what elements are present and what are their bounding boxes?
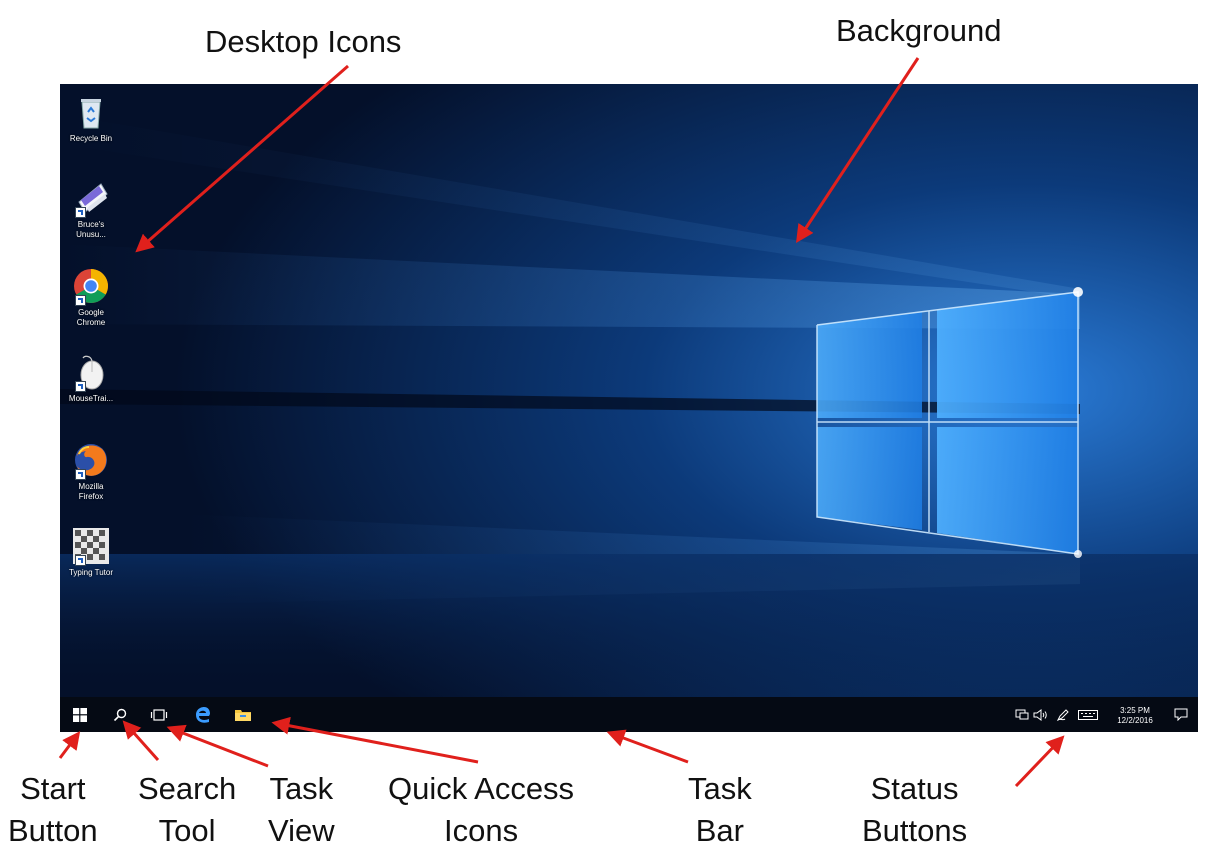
callout-desktop-icons: Desktop Icons bbox=[205, 24, 402, 59]
arrow-status-buttons bbox=[1014, 735, 1065, 788]
taskbar: 3:25 PM 12/2/2016 bbox=[60, 697, 1198, 732]
search-button[interactable] bbox=[103, 697, 137, 732]
touch-keyboard-button[interactable] bbox=[1076, 697, 1100, 732]
callout-task-view: Task View bbox=[268, 771, 335, 848]
desktop-icon-label: Mozilla Firefox bbox=[78, 482, 104, 501]
pen-icon bbox=[1056, 708, 1069, 721]
desktop-screen: Recycle Bin Bruce's Unusu... Google Chro… bbox=[60, 84, 1198, 732]
start-button[interactable] bbox=[63, 697, 97, 732]
volume-button[interactable] bbox=[1032, 697, 1050, 732]
desktop-icon-google-chrome[interactable]: Google Chrome bbox=[60, 266, 122, 328]
desktop-icon-mousetrainer[interactable]: MouseTrai... bbox=[60, 352, 122, 404]
windows-wallpaper bbox=[60, 84, 1198, 697]
action-center-button[interactable] bbox=[1168, 697, 1194, 732]
arrow-start-button bbox=[58, 731, 81, 759]
arrow-task-view bbox=[166, 724, 269, 768]
desktop-icon-label: Typing Tutor bbox=[68, 568, 114, 577]
callout-search-tool: Search Tool bbox=[138, 771, 237, 848]
start-icon bbox=[73, 707, 87, 722]
shortcut-arrow-icon bbox=[75, 469, 86, 480]
network-icon bbox=[1015, 709, 1029, 719]
file-explorer-icon bbox=[235, 709, 251, 721]
network-button[interactable] bbox=[1014, 697, 1030, 732]
clock-time: 3:25 PM bbox=[1120, 706, 1150, 715]
volume-icon bbox=[1033, 708, 1047, 721]
desktop-icon-typing-tutor[interactable]: Typing Tutor bbox=[60, 526, 122, 578]
callout-start-button: Start Button bbox=[8, 771, 98, 848]
desktop-icon-mozilla-firefox[interactable]: Mozilla Firefox bbox=[60, 440, 122, 502]
pen-button[interactable] bbox=[1054, 697, 1072, 732]
shortcut-arrow-icon bbox=[75, 381, 86, 392]
desktop-icon-label: Recycle Bin bbox=[69, 134, 113, 143]
desktop-icon-label: MouseTrai... bbox=[68, 394, 114, 403]
desktop-icon-bruces-unusual[interactable]: Bruce's Unusu... bbox=[60, 178, 122, 240]
arrow-task-bar bbox=[606, 729, 689, 764]
desktop-icon-label: Bruce's Unusu... bbox=[76, 220, 106, 239]
edge-icon bbox=[196, 706, 210, 723]
search-icon bbox=[113, 708, 127, 721]
callout-status-buttons: Status Buttons bbox=[862, 771, 968, 848]
callout-quick-access: Quick Access Icons bbox=[388, 771, 575, 848]
clock-date: 12/2/2016 bbox=[1117, 716, 1153, 725]
callout-task-bar: Task Bar bbox=[688, 771, 752, 848]
shortcut-arrow-icon bbox=[75, 295, 86, 306]
file-explorer-button[interactable] bbox=[226, 697, 260, 732]
shortcut-arrow-icon bbox=[75, 555, 86, 566]
desktop-icon-label: Google Chrome bbox=[76, 308, 106, 327]
edge-button[interactable] bbox=[186, 697, 220, 732]
task-view-icon bbox=[150, 708, 168, 721]
clock[interactable]: 3:25 PM 12/2/2016 bbox=[1106, 706, 1164, 726]
task-view-button[interactable] bbox=[142, 697, 176, 732]
shortcut-arrow-icon bbox=[75, 207, 86, 218]
recycle-bin-icon bbox=[81, 99, 101, 129]
keyboard-icon bbox=[1078, 709, 1098, 720]
desktop-icon-recycle-bin[interactable]: Recycle Bin bbox=[60, 92, 122, 144]
action-center-icon bbox=[1174, 708, 1188, 721]
callout-background: Background bbox=[836, 13, 1002, 48]
